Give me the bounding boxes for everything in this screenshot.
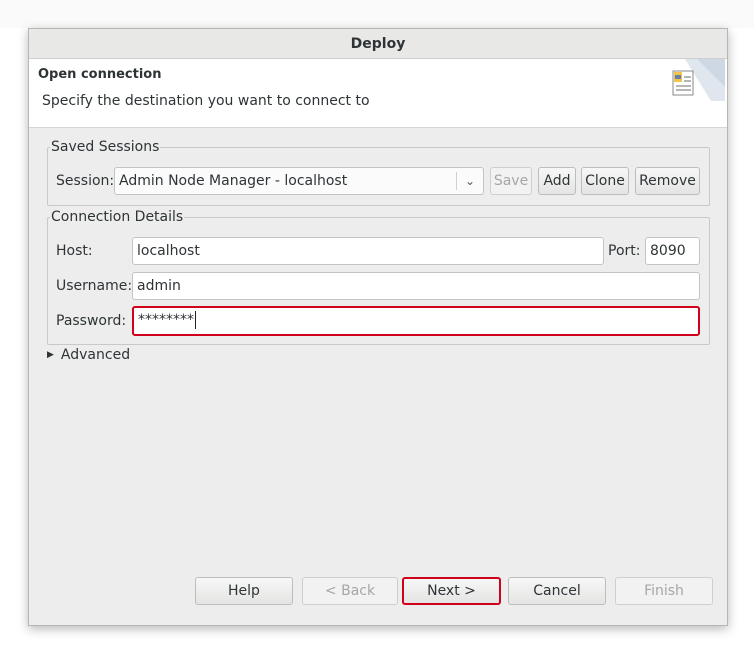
text-cursor (195, 311, 196, 329)
host-input[interactable]: localhost (132, 237, 604, 265)
dialog-titlebar[interactable]: Deploy (29, 29, 727, 59)
username-input[interactable]: admin (132, 272, 700, 300)
session-label: Session: (56, 173, 115, 189)
advanced-label: Advanced (60, 347, 131, 363)
connection-wizard-icon (672, 59, 725, 101)
password-label: Password: (56, 313, 127, 329)
port-input-value: 8090 (650, 243, 686, 259)
port-input[interactable]: 8090 (645, 237, 700, 265)
deploy-dialog: Deploy Open connection Specify the desti… (28, 28, 728, 626)
help-button[interactable]: Help (195, 577, 293, 605)
expand-triangle-icon: ▶ (47, 350, 54, 360)
session-dropdown-value: Admin Node Manager - localhost (119, 173, 348, 189)
advanced-expander[interactable]: ▶ Advanced (47, 347, 130, 363)
desktop-background (0, 0, 754, 28)
wizard-page-title: Open connection (38, 67, 162, 82)
connection-details-legend: Connection Details (50, 208, 185, 226)
port-label: Port: (608, 243, 641, 259)
host-label: Host: (56, 243, 93, 259)
save-session-button[interactable]: Save (490, 167, 532, 195)
username-label: Username: (56, 278, 133, 294)
saved-sessions-group: Saved Sessions Session: Admin Node Manag… (47, 138, 710, 206)
saved-sessions-legend: Saved Sessions (50, 138, 161, 156)
password-input[interactable]: ******** (132, 306, 700, 336)
remove-session-button[interactable]: Remove (635, 167, 700, 195)
back-button[interactable]: < Back (302, 577, 398, 605)
username-input-value: admin (137, 278, 181, 294)
wizard-header: Open connection Specify the destination … (29, 59, 727, 128)
host-input-value: localhost (137, 243, 200, 259)
next-button[interactable]: Next > (402, 577, 501, 605)
password-input-value: ******** (138, 312, 194, 328)
wizard-page-description: Specify the destination you want to conn… (42, 93, 370, 109)
connection-details-group: Connection Details Host: localhost Port:… (47, 208, 710, 345)
chevron-down-icon: ⌄ (464, 174, 475, 188)
clone-session-button[interactable]: Clone (581, 167, 629, 195)
add-session-button[interactable]: Add (538, 167, 576, 195)
cancel-button[interactable]: Cancel (508, 577, 606, 605)
session-dropdown[interactable]: Admin Node Manager - localhost ⌄ (114, 167, 484, 195)
finish-button[interactable]: Finish (615, 577, 713, 605)
dropdown-separator (456, 172, 457, 190)
dialog-title: Deploy (350, 35, 406, 52)
